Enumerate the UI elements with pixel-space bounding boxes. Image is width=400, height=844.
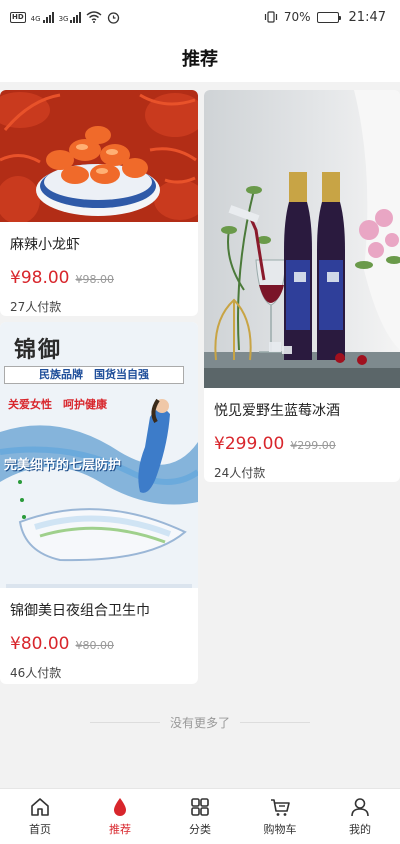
crayfish-image: [0, 90, 198, 222]
original-price: ¥80.00: [75, 639, 114, 652]
original-price: ¥98.00: [75, 273, 114, 286]
cart-icon: [271, 799, 290, 816]
wifi-icon: [86, 11, 102, 23]
status-right: 70% 21:47: [264, 10, 386, 25]
product-price: ¥98.00: [10, 268, 70, 288]
signal-3g-icon: 3G: [58, 11, 82, 23]
status-left: HD 4G 3G: [10, 11, 120, 24]
product-price: ¥80.00: [10, 634, 70, 654]
paid-count: 27人付款: [10, 300, 62, 314]
divider: [240, 721, 310, 723]
tab-label: 购物车: [263, 823, 297, 836]
status-bar: HD 4G 3G 70% 21:47: [0, 0, 400, 34]
alarm-icon: [108, 11, 120, 24]
vibrate-icon: [264, 11, 277, 23]
product-name: 麻辣小龙虾: [10, 237, 80, 253]
product-price: ¥299.00: [214, 434, 285, 454]
tab-recommend[interactable]: 推荐: [80, 789, 160, 844]
divider: [89, 721, 160, 723]
tab-category[interactable]: 分类: [160, 789, 240, 844]
signal-4g-icon: 4G: [30, 11, 54, 23]
tab-label: 推荐: [109, 823, 131, 836]
tab-mine[interactable]: 我的: [320, 789, 400, 844]
clock: 21:47: [348, 9, 386, 25]
tab-cart[interactable]: 购物车: [240, 789, 320, 844]
page-header: 推荐: [0, 34, 400, 82]
battery-percent: 70%: [283, 10, 311, 24]
price-row: ¥80.00 ¥80.00: [0, 634, 198, 654]
tab-label: 首页: [29, 823, 51, 836]
image-slogan: 关爱女性 呵护健康: [8, 398, 107, 411]
price-row: ¥299.00 ¥299.00: [204, 434, 400, 454]
list-end-text: 没有更多了: [169, 715, 230, 730]
tab-home[interactable]: 首页: [0, 789, 80, 844]
product-card-crayfish[interactable]: 麻辣小龙虾 ¥98.00 ¥98.00 27人付款: [0, 90, 198, 316]
home-icon: [31, 798, 49, 816]
battery-icon: [316, 11, 341, 23]
product-name: 悦见爱野生蓝莓冰酒: [214, 403, 340, 419]
tab-label: 分类: [189, 823, 211, 836]
list-end-indicator: 没有更多了: [0, 712, 400, 732]
person-icon: [351, 798, 369, 817]
network-type-4g: 4G: [30, 14, 41, 23]
image-headline: 完美细节的七层防护: [4, 458, 122, 473]
product-name: 锦御美日夜组合卫生巾: [10, 603, 150, 619]
brand-logo: 锦御: [14, 337, 63, 363]
wine-image: [204, 90, 400, 388]
bottom-tab-bar: 首页 推荐 分类 购物车 我的: [0, 788, 400, 844]
sanitary-pad-image: 锦御 民族品牌 国货当自强 关爱女性 呵护健康 完美细节的七层防护: [0, 322, 198, 588]
image-banner: 民族品牌 国货当自强: [4, 366, 184, 384]
paid-count: 24人付款: [214, 466, 266, 480]
tab-label: 我的: [349, 823, 371, 836]
original-price: ¥299.00: [290, 439, 336, 452]
hd-badge: HD: [10, 11, 26, 23]
price-row: ¥98.00 ¥98.00: [0, 268, 198, 288]
paid-count: 46人付款: [10, 666, 62, 680]
grid-icon: [191, 798, 209, 816]
product-card-wine[interactable]: 悦见爱野生蓝莓冰酒 ¥299.00 ¥299.00 24人付款: [204, 90, 400, 482]
drop-icon: [114, 798, 126, 816]
product-card-sanitary-pad[interactable]: 锦御 民族品牌 国货当自强 关爱女性 呵护健康 完美细节的七层防护 锦御美日夜组…: [0, 322, 198, 684]
page-title: 推荐: [182, 49, 218, 70]
network-type-3g: 3G: [58, 14, 69, 23]
